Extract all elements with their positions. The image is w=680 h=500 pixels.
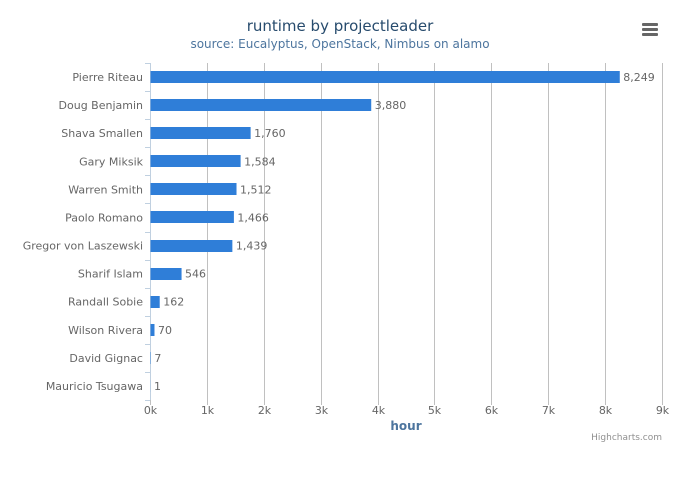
- category-label: Wilson Rivera: [68, 324, 143, 337]
- value-tick-label: 5k: [428, 404, 442, 417]
- data-label: 70: [158, 324, 172, 337]
- bar[interactable]: [150, 71, 620, 83]
- value-axis-ticks: 0k 1k 2k 3k 4k 5k 6k 7k 8k 9k: [144, 400, 670, 417]
- data-label: 1,439: [236, 240, 267, 253]
- bar[interactable]: [150, 99, 372, 111]
- category-label: Doug Benjamin: [59, 99, 144, 112]
- value-tick-label: 7k: [542, 404, 556, 417]
- category-axis: Pierre Riteau Doug Benjamin Shava Smallen G…: [23, 63, 151, 401]
- bar[interactable]: [150, 268, 182, 280]
- category-label: Warren Smith: [68, 183, 143, 196]
- category-label: Randall Sobie: [68, 296, 143, 309]
- bar[interactable]: [150, 211, 234, 223]
- category-label: Gregor von Laszewski: [23, 240, 143, 253]
- category-label: Mauricio Tsugawa: [46, 380, 143, 393]
- data-label: 1,512: [240, 183, 271, 196]
- category-label: Gary Miksik: [79, 155, 143, 168]
- value-tick-label: 0k: [144, 404, 158, 417]
- data-label: 1: [154, 380, 161, 393]
- bar-series: [150, 71, 620, 392]
- category-label: Pierre Riteau: [72, 71, 143, 84]
- value-tick-label: 1k: [201, 404, 215, 417]
- highcharts-credits-link[interactable]: Highcharts.com: [591, 433, 662, 443]
- grid-lines: [207, 63, 663, 400]
- data-label: 1,584: [244, 155, 276, 168]
- data-label: 1,466: [237, 211, 269, 224]
- data-label: 162: [163, 296, 184, 309]
- chart-plot: Pierre Riteau Doug Benjamin Shava Smallen G…: [23, 63, 670, 433]
- data-label: 1,760: [254, 127, 286, 140]
- data-label: 7: [154, 352, 161, 365]
- bar[interactable]: [150, 127, 251, 139]
- data-label: 546: [185, 268, 206, 281]
- data-labels: 8,249 3,880 1,760 1,584 1,512 1,466 1,439 546 16…: [154, 71, 655, 393]
- data-label: 3,880: [375, 99, 407, 112]
- category-label: Sharif Islam: [78, 268, 143, 281]
- bar[interactable]: [150, 183, 237, 195]
- value-axis-title: hour: [390, 419, 421, 433]
- value-tick-label: 4k: [372, 404, 386, 417]
- category-label: David Gignac: [69, 352, 143, 365]
- data-label: 8,249: [623, 71, 655, 84]
- bar[interactable]: [150, 240, 233, 252]
- value-tick-label: 6k: [485, 404, 499, 417]
- value-tick-label: 3k: [315, 404, 329, 417]
- bar[interactable]: [150, 324, 155, 336]
- value-tick-label: 9k: [656, 404, 670, 417]
- category-label: Shava Smallen: [61, 127, 143, 140]
- bar[interactable]: [150, 155, 241, 167]
- category-label: Paolo Romano: [65, 211, 143, 224]
- value-tick-label: 2k: [258, 404, 272, 417]
- bar[interactable]: [150, 296, 160, 308]
- value-tick-label: 8k: [599, 404, 613, 417]
